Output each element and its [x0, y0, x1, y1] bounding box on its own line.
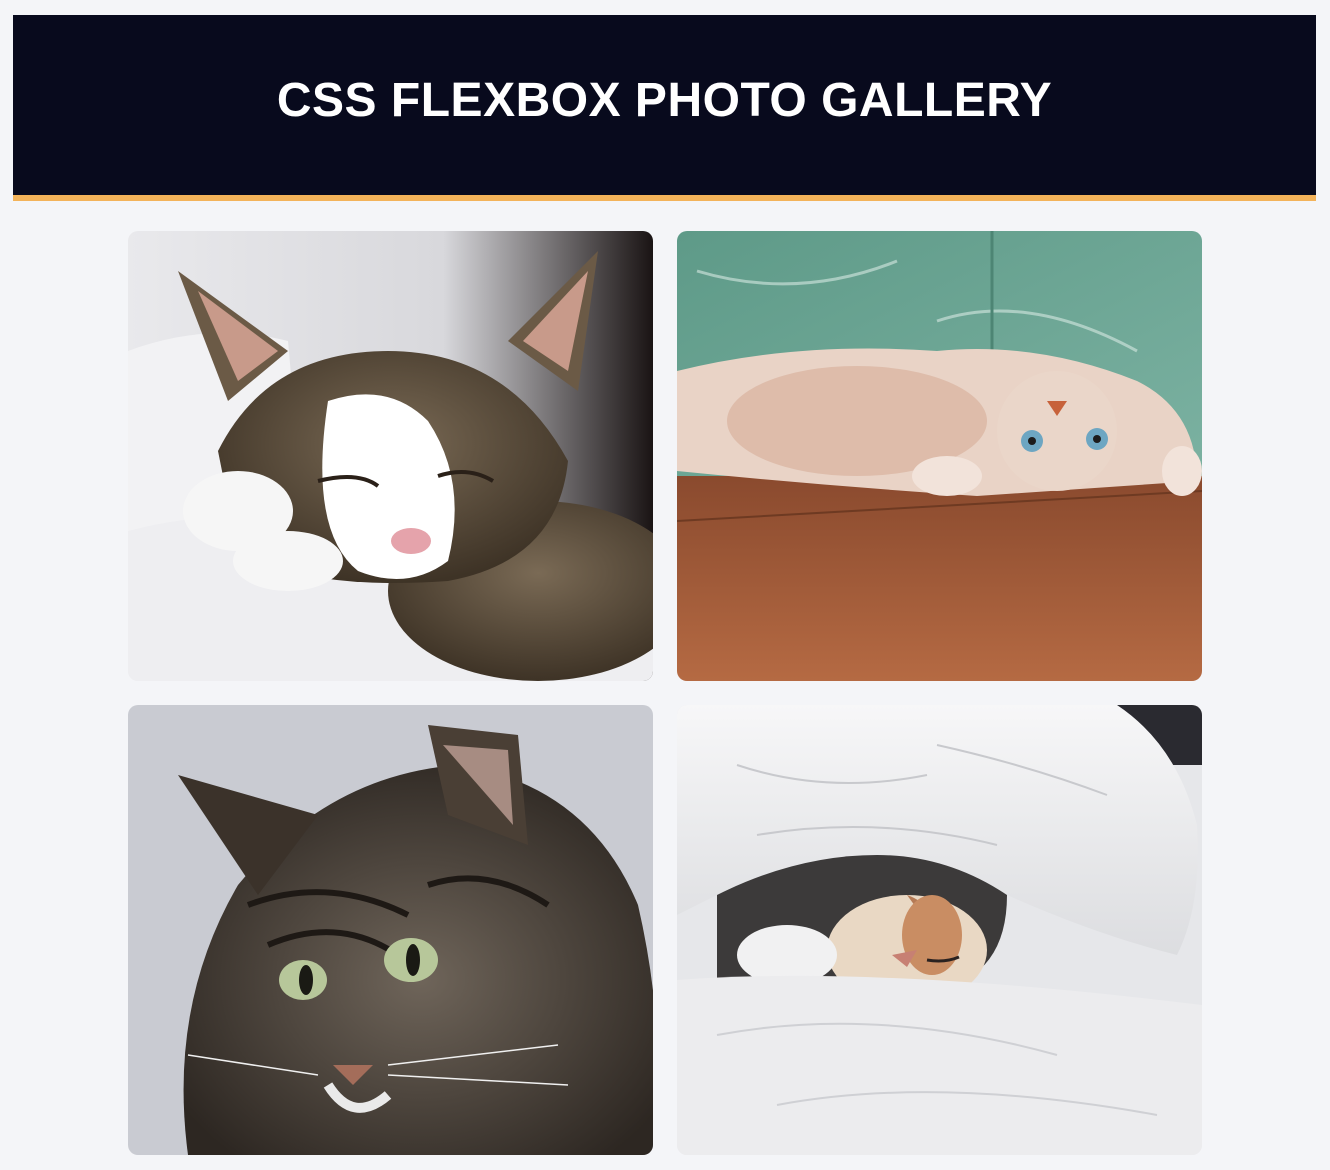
page-title: CSS FLEXBOX PHOTO GALLERY — [276, 74, 1053, 127]
gallery-photo-playful-cat[interactable] — [677, 231, 1202, 681]
page-header: CSS FLEXBOX PHOTO GALLERY — [13, 15, 1316, 201]
gallery-photo-duvet-cat[interactable] — [677, 705, 1202, 1155]
gallery-photo-sleeping-cat[interactable] — [128, 231, 653, 681]
photo-gallery — [128, 231, 1202, 1155]
gallery-photo-tabby-portrait[interactable] — [128, 705, 653, 1155]
